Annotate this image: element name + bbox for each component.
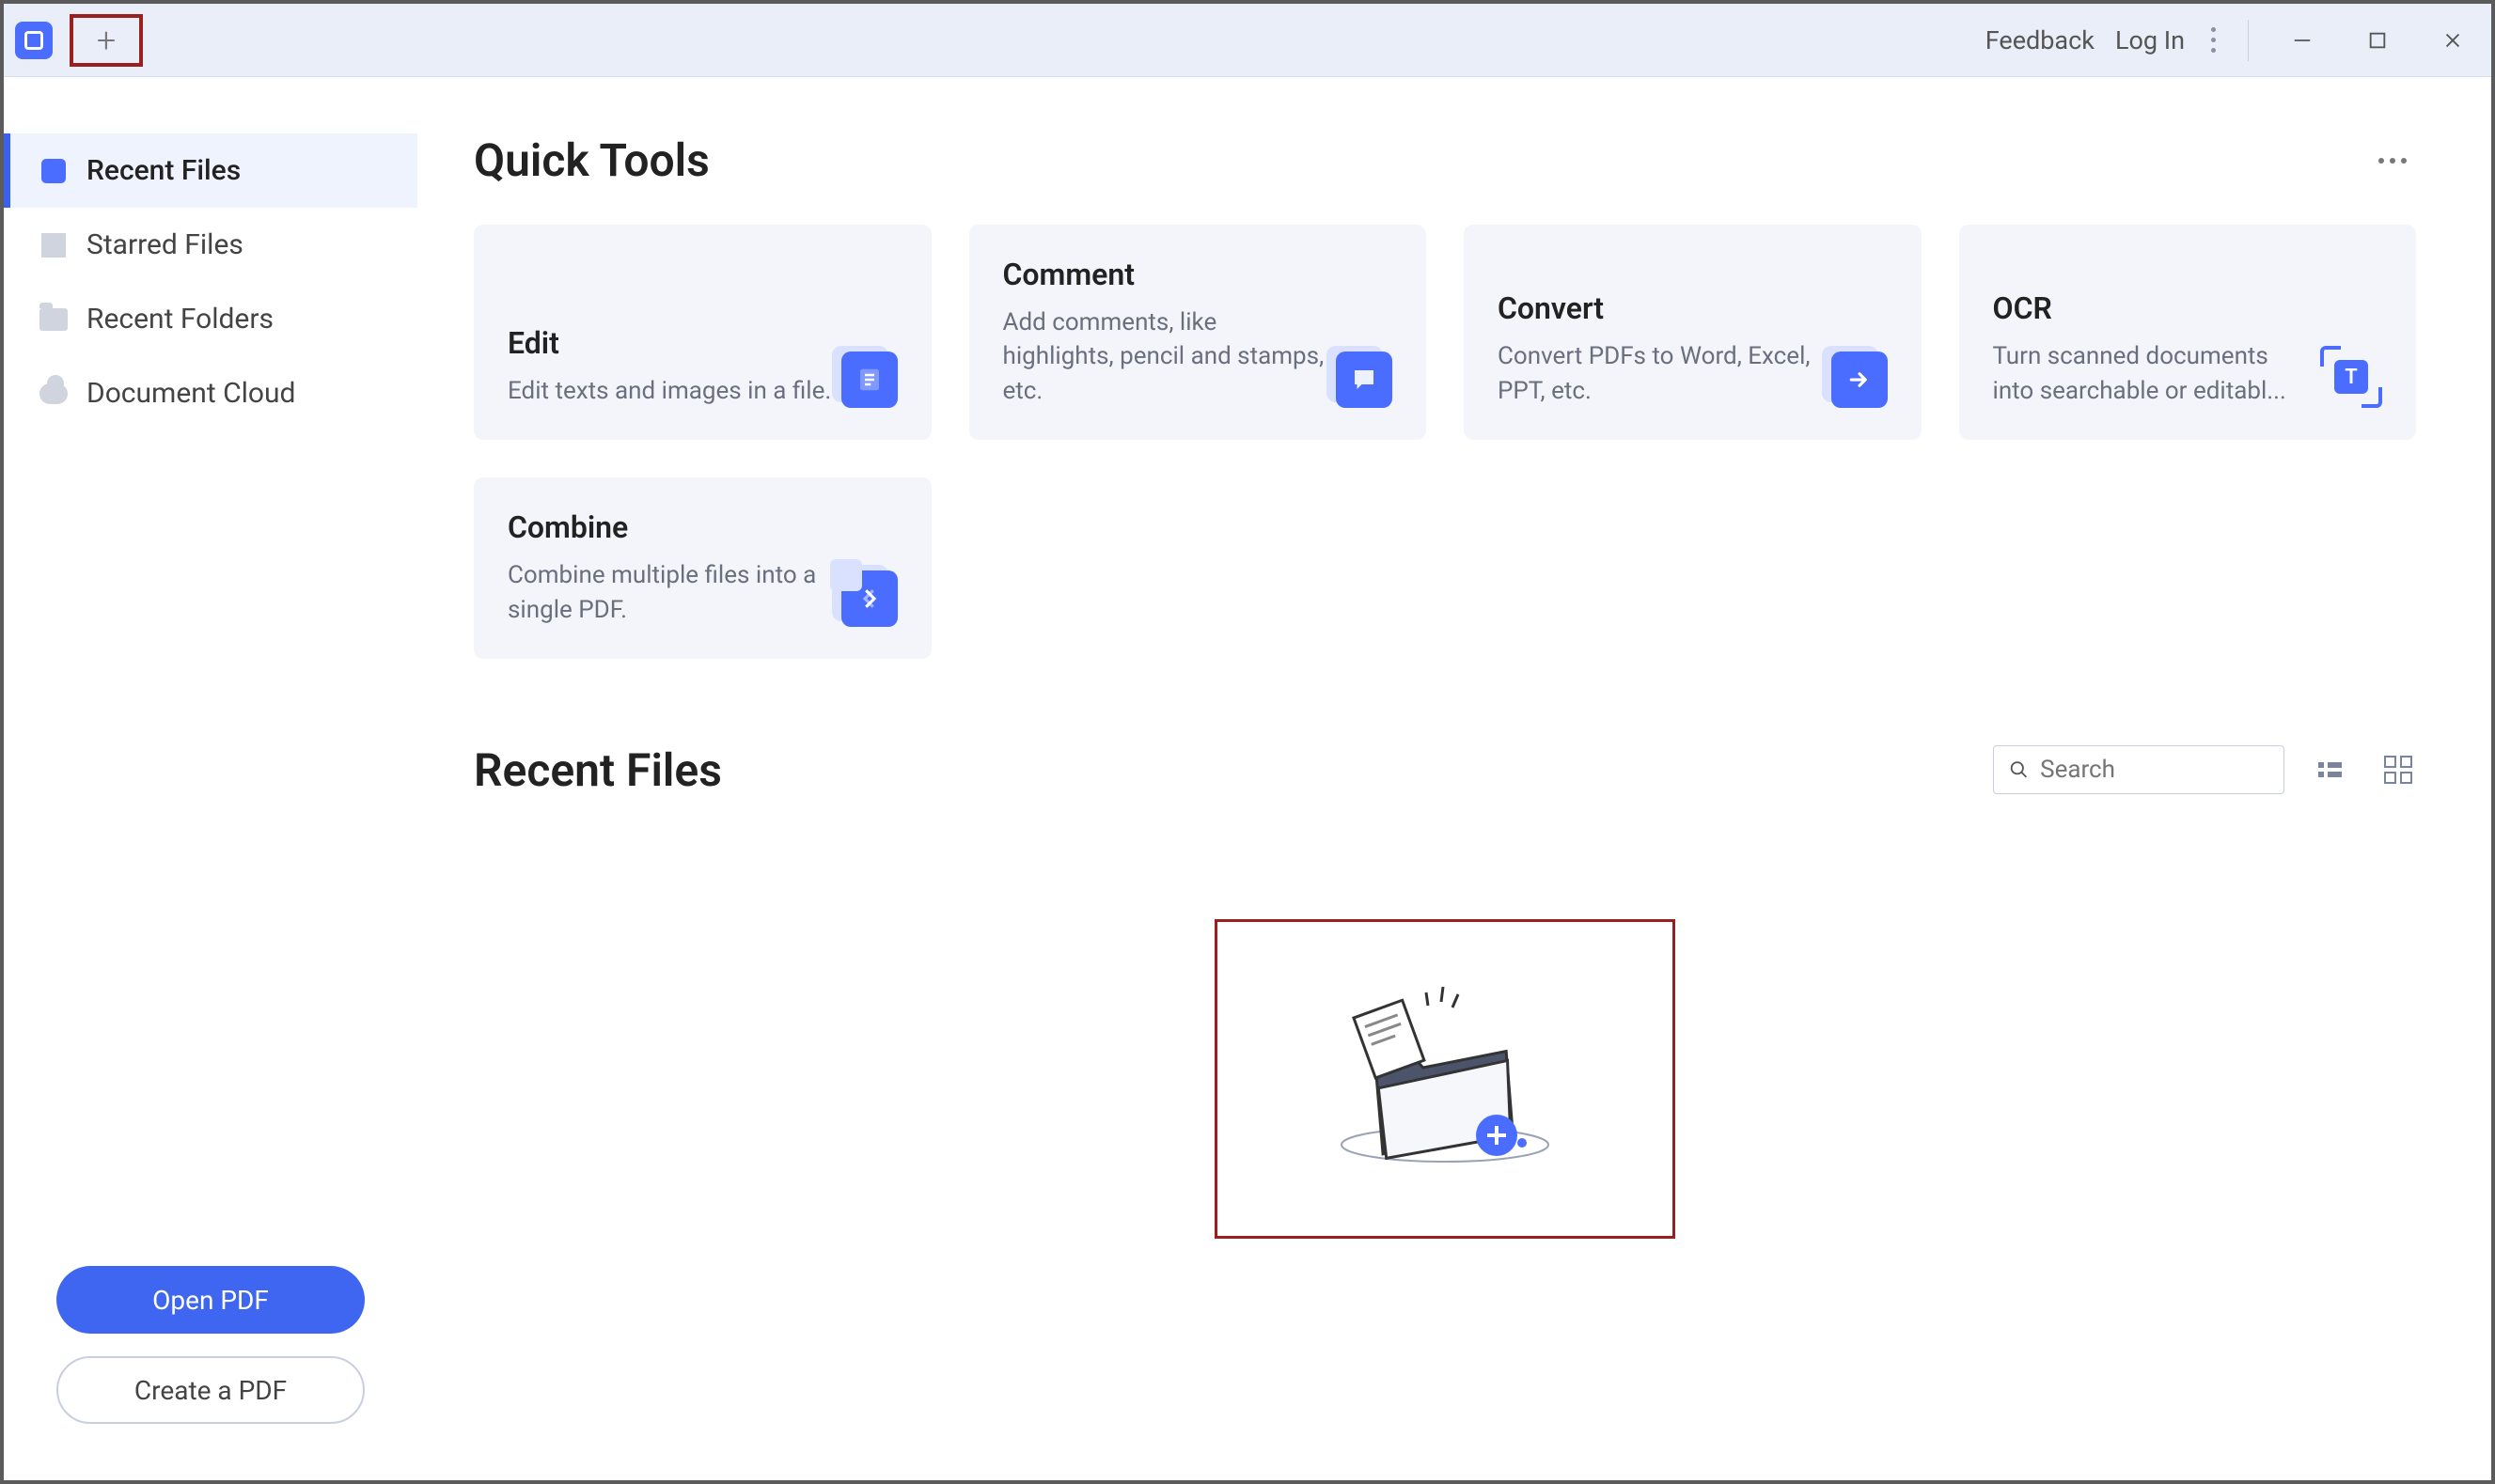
tool-title: Combine [508,509,832,545]
file-icon [39,157,68,185]
plus-icon: + [97,23,116,57]
view-list-button[interactable] [2318,754,2350,786]
open-pdf-button[interactable]: Open PDF [56,1266,365,1334]
new-tab-button[interactable]: + [70,14,143,67]
tool-card-ocr[interactable]: OCR Turn scanned documents into searchab… [1959,225,2417,440]
tool-title: OCR [1993,290,2312,326]
empty-folder-icon [1313,976,1577,1182]
edit-icon [841,351,898,408]
empty-dropzone[interactable] [1215,919,1675,1239]
sidebar-item-label: Starred Files [86,228,243,261]
app-logo-icon[interactable] [15,22,53,59]
quick-tools-grid: Edit Edit texts and images in a file. Co… [474,225,2416,659]
window-maximize-button[interactable] [2350,20,2405,61]
tool-desc: Convert PDFs to Word, Excel, PPT, etc. [1498,339,1822,408]
search-icon [2009,758,2029,781]
sidebar-nav: Recent Files Starred Files Recent Folder… [4,133,417,1238]
tool-title: Convert [1498,290,1822,326]
quick-tools-title: Quick Tools [474,133,710,187]
window-close-button[interactable] [2425,20,2480,61]
tool-card-convert[interactable]: Convert Convert PDFs to Word, Excel, PPT… [1464,225,1922,440]
main-content: Quick Tools Edit Edit texts and images i… [417,77,2491,1480]
divider [2248,20,2249,61]
sidebar-item-starred-files[interactable]: Starred Files [4,208,417,282]
sidebar-item-label: Recent Folders [86,303,274,336]
recent-files-title: Recent Files [474,743,722,797]
tool-card-combine[interactable]: Combine Combine multiple files into a si… [474,477,932,659]
sidebar: Recent Files Starred Files Recent Folder… [4,77,417,1480]
tool-card-edit[interactable]: Edit Edit texts and images in a file. [474,225,932,440]
minimize-icon [2292,30,2313,51]
login-link[interactable]: Log In [2115,25,2185,55]
tool-title: Edit [508,325,832,361]
sidebar-item-recent-folders[interactable]: Recent Folders [4,282,417,356]
window-minimize-button[interactable] [2275,20,2330,61]
sidebar-item-label: Document Cloud [86,377,295,410]
create-pdf-button[interactable]: Create a PDF [56,1356,365,1424]
search-box[interactable] [1993,745,2284,794]
comment-icon [1336,351,1392,408]
tool-desc: Add comments, like highlights, pencil an… [1003,305,1327,408]
titlebar: + Feedback Log In [4,4,2491,77]
cloud-icon [39,380,68,408]
sidebar-item-recent-files[interactable]: Recent Files [4,133,417,208]
tool-desc: Combine multiple files into a single PDF… [508,558,832,627]
combine-icon [841,570,898,627]
sidebar-item-document-cloud[interactable]: Document Cloud [4,356,417,430]
close-icon [2442,30,2463,51]
tool-card-comment[interactable]: Comment Add comments, like highlights, p… [969,225,1427,440]
sidebar-item-label: Recent Files [86,154,241,187]
folder-icon [39,305,68,334]
search-input[interactable] [2040,756,2268,784]
tool-desc: Turn scanned documents into searchable o… [1993,339,2312,408]
tool-desc: Edit texts and images in a file. [508,374,832,408]
star-icon [39,231,68,259]
ocr-icon: T [2320,346,2382,408]
view-grid-button[interactable] [2384,754,2416,786]
feedback-link[interactable]: Feedback [1985,25,2095,55]
tool-title: Comment [1003,257,1327,292]
maximize-icon [2367,30,2388,51]
app-menu-button[interactable] [2205,22,2221,58]
convert-icon [1831,351,1888,408]
quick-tools-more-button[interactable] [2369,148,2416,173]
